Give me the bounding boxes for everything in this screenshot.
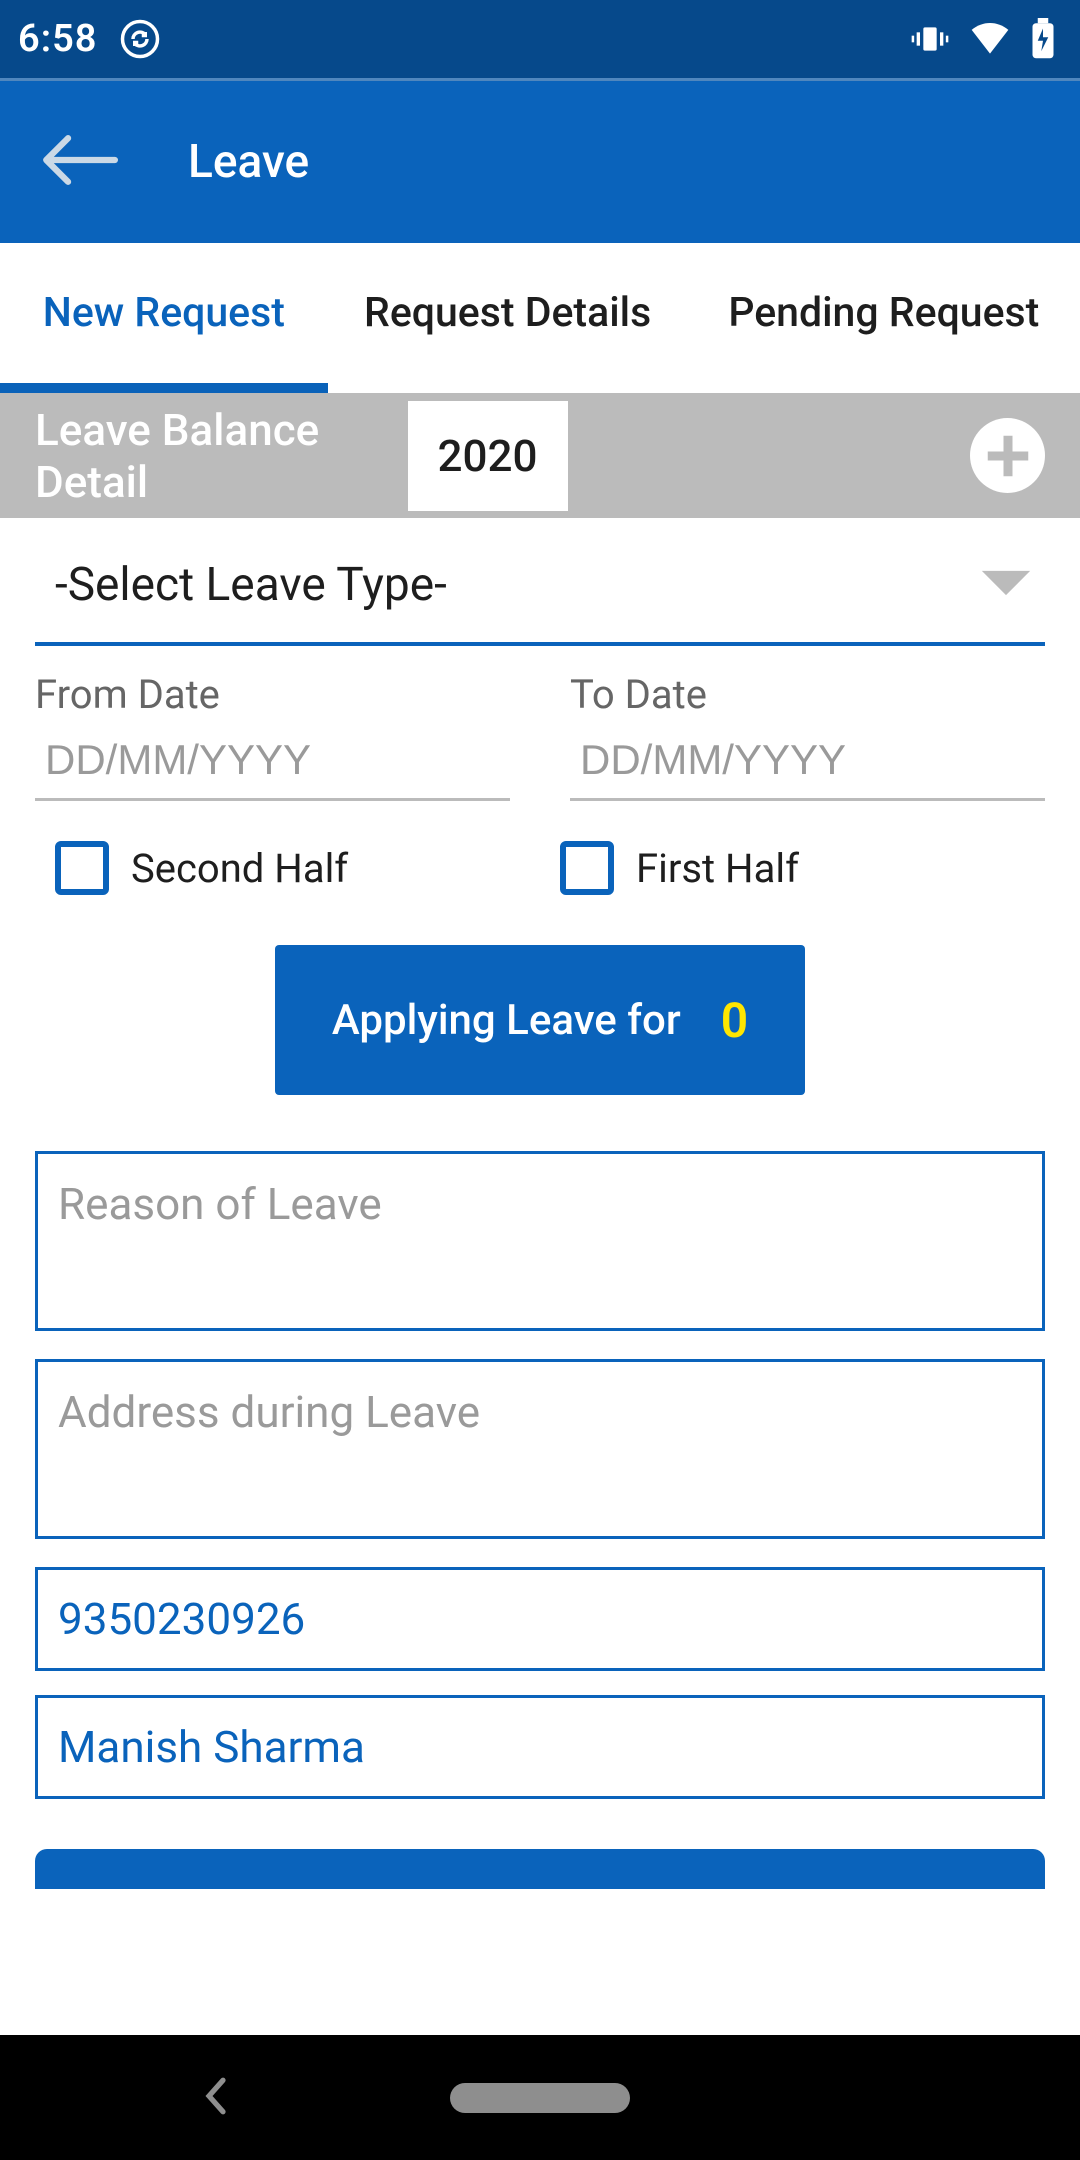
nav-back-icon[interactable]	[200, 2075, 232, 2121]
second-half-check[interactable]: Second Half	[35, 841, 540, 895]
year-selector[interactable]: 2020	[408, 401, 568, 511]
back-arrow-icon[interactable]	[40, 130, 118, 194]
leave-balance-bar: Leave Balance Detail 2020	[0, 393, 1080, 518]
checkbox-icon	[55, 841, 109, 895]
status-left: 6:58	[18, 17, 161, 61]
to-date-group: To Date	[570, 671, 1045, 801]
add-icon[interactable]	[970, 418, 1045, 493]
first-half-label: First Half	[636, 845, 799, 892]
tab-pending-request[interactable]: Pending Request	[688, 243, 1080, 393]
second-half-label: Second Half	[131, 845, 348, 892]
from-date-label: From Date	[35, 671, 510, 718]
checkbox-icon	[560, 841, 614, 895]
nav-home-pill[interactable]	[450, 2083, 630, 2113]
status-time: 6:58	[18, 17, 97, 61]
first-half-check[interactable]: First Half	[540, 841, 1045, 895]
applying-leave-count: 0	[721, 992, 748, 1049]
android-nav-bar	[0, 2035, 1080, 2160]
submit-button[interactable]	[35, 1849, 1045, 1889]
chevron-down-icon	[977, 566, 1035, 604]
to-date-input[interactable]	[570, 722, 1045, 801]
tab-new-request[interactable]: New Request	[0, 243, 328, 393]
vibrate-icon	[910, 19, 950, 59]
page-title: Leave	[188, 135, 309, 189]
status-bar: 6:58	[0, 0, 1080, 78]
leave-balance-label: Leave Balance Detail	[35, 404, 378, 508]
date-row: From Date To Date	[35, 671, 1045, 801]
wifi-icon	[968, 17, 1012, 61]
status-right	[910, 17, 1056, 61]
app-header: Leave	[0, 78, 1080, 243]
reason-input[interactable]	[35, 1151, 1045, 1331]
battery-icon	[1030, 18, 1056, 60]
half-day-row: Second Half First Half	[35, 841, 1045, 895]
leave-form: -Select Leave Type- From Date To Date Se…	[0, 518, 1080, 2035]
tab-label: Pending Request	[728, 289, 1039, 337]
tab-request-details[interactable]: Request Details	[328, 243, 688, 393]
leave-type-placeholder: -Select Leave Type-	[55, 558, 977, 612]
leave-type-select[interactable]: -Select Leave Type-	[35, 558, 1045, 646]
tab-label: New Request	[43, 289, 285, 337]
phone-input[interactable]	[35, 1567, 1045, 1671]
tab-label: Request Details	[364, 289, 651, 337]
from-date-group: From Date	[35, 671, 510, 801]
to-date-label: To Date	[570, 671, 1045, 718]
from-date-input[interactable]	[35, 722, 510, 801]
applying-leave-label: Applying Leave for	[332, 996, 681, 1045]
applying-leave-badge: Applying Leave for 0	[275, 945, 805, 1095]
address-input[interactable]	[35, 1359, 1045, 1539]
sync-icon	[119, 18, 161, 60]
tabs: New Request Request Details Pending Requ…	[0, 243, 1080, 393]
name-input[interactable]	[35, 1695, 1045, 1799]
